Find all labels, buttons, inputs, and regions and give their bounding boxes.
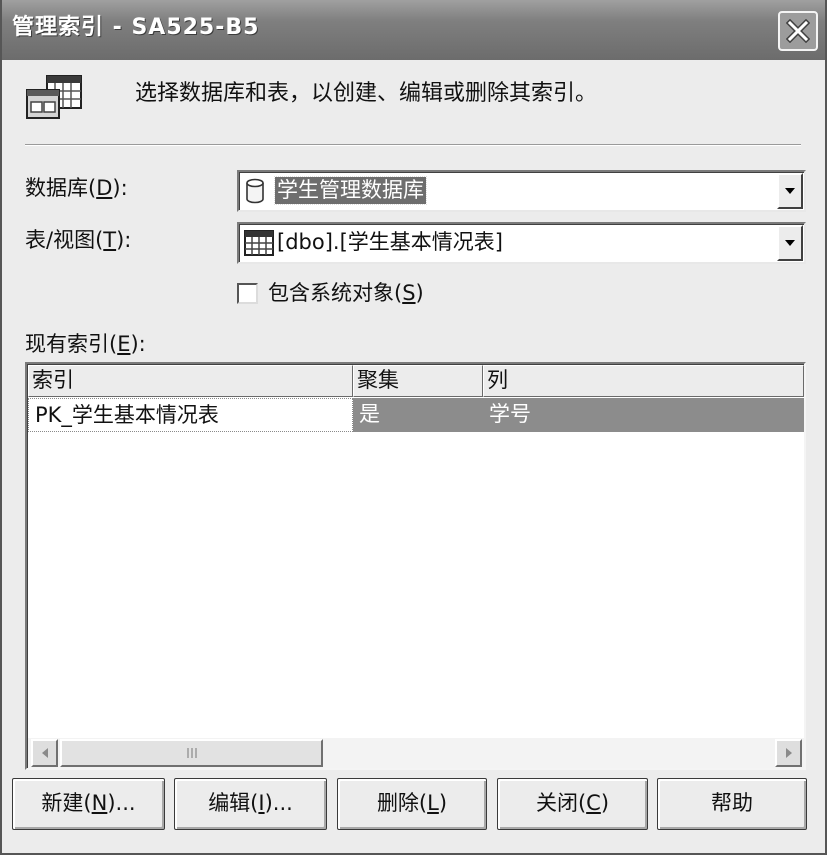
dialog-description: 选择数据库和表，以创建、编辑或删除其索引。 [135,81,598,106]
database-icon [246,178,264,204]
help-button[interactable]: 帮助 [657,778,807,830]
cell-clustered: 是 [353,398,483,432]
cell-index-name: PK_学生基本情况表 [28,398,353,432]
existing-indexes-label: 现有索引(E): [25,332,146,356]
scroll-left-button[interactable] [31,739,58,767]
database-dropdown-button[interactable] [777,173,803,209]
arrow-left-icon [41,748,48,758]
chevron-down-icon [785,188,795,194]
delete-button[interactable]: 删除(L) [337,778,487,830]
table-icon [244,230,274,256]
manage-indexes-dialog: 管理索引 - SA525-B5 选择数据库和表，以创建、编辑或删除其索引。 数据… [0,0,827,855]
column-header-index[interactable]: 索引 [28,365,353,397]
close-icon [786,19,810,43]
window-title: 管理索引 - SA525-B5 [12,15,260,40]
table-row[interactable]: PK_学生基本情况表 是 学号 [28,398,804,432]
table-window-icon [25,74,83,120]
list-header: 索引 聚集 列 [28,365,804,397]
arrow-right-icon [785,748,792,758]
table-view-label: 表/视图(T): [25,228,132,252]
scroll-thumb[interactable] [60,739,323,767]
scroll-right-button[interactable] [775,739,802,767]
title-bar[interactable]: 管理索引 - SA525-B5 [2,0,825,60]
existing-indexes-list[interactable]: 索引 聚集 列 PK_学生基本情况表 是 学号 [25,362,806,770]
horizontal-scrollbar[interactable] [28,738,804,768]
grip-icon [186,748,197,758]
include-system-objects-label[interactable]: 包含系统对象(S) [268,281,424,306]
column-header-clustered[interactable]: 聚集 [353,365,483,397]
new-button[interactable]: 新建(N)... [12,778,165,830]
include-system-objects-checkbox[interactable] [237,283,258,304]
database-combobox[interactable]: 学生管理数据库 [237,170,806,212]
table-view-dropdown-button[interactable] [777,225,803,261]
column-header-columns[interactable]: 列 [483,365,804,397]
table-view-combobox[interactable]: [dbo].[学生基本情况表] [237,222,806,264]
database-label: 数据库(D): [25,176,128,200]
cell-columns: 学号 [483,398,804,432]
table-view-value: [dbo].[学生基本情况表] [277,230,503,254]
edit-button[interactable]: 编辑(I)... [174,778,327,830]
separator-line [25,144,801,146]
chevron-down-icon [785,240,795,246]
close-window-button[interactable] [778,11,818,51]
close-button[interactable]: 关闭(C) [497,778,648,830]
database-value: 学生管理数据库 [274,176,427,205]
